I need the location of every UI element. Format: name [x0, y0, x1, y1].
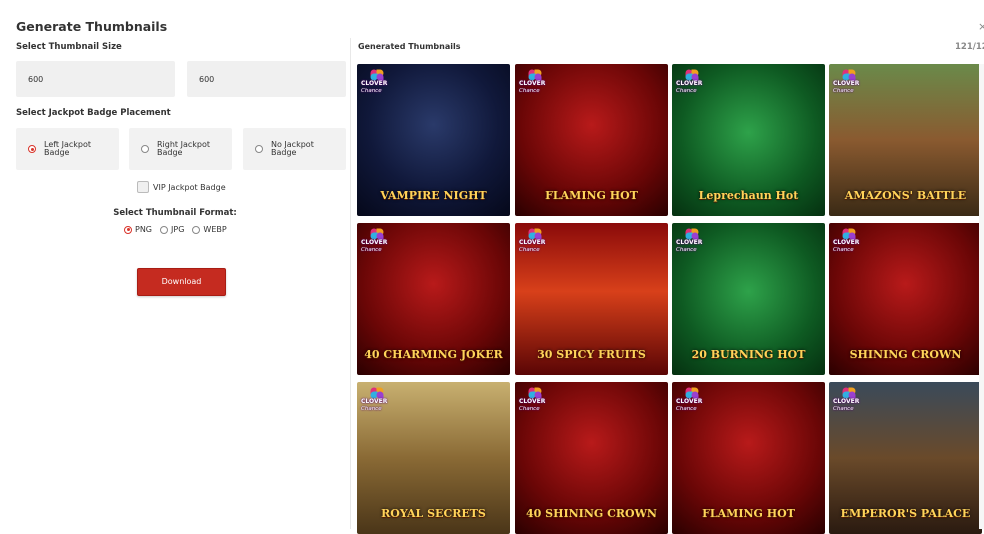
left-jackpot-badge-option[interactable]: Left Jackpot Badge: [16, 128, 119, 170]
clover-chance-badge-icon: CLOVER Chance: [676, 227, 706, 257]
badge-word: CLOVER: [361, 398, 388, 405]
game-title: Leprechaun Hot: [698, 189, 799, 202]
thumbnail-tile[interactable]: CLOVER Chance ROYAL SECRETS: [357, 382, 510, 534]
badge-word: Chance: [361, 247, 382, 253]
format-jpg-option[interactable]: JPG: [160, 225, 184, 234]
thumbnail-tile[interactable]: CLOVER Chance 20 BURNING HOT: [672, 223, 825, 375]
clover-chance-badge-icon: CLOVER Chance: [676, 386, 706, 416]
vip-badge-label: VIP Jackpot Badge: [153, 182, 226, 192]
clover-chance-badge-icon: CLOVER Chance: [833, 386, 863, 416]
badge-word: Chance: [676, 406, 697, 412]
radio-selected-icon[interactable]: [124, 225, 132, 234]
badge-word: Chance: [519, 247, 540, 253]
thumbnail-tile[interactable]: CLOVER Chance Leprechaun Hot: [672, 64, 825, 216]
thumbnail-tile[interactable]: CLOVER Chance EMPEROR'S PALACE: [829, 382, 982, 534]
dialog-title: Generate Thumbnails: [16, 19, 168, 34]
radio-selected-icon[interactable]: [28, 145, 36, 153]
thumbnail-size-label: Select Thumbnail Size: [16, 42, 122, 52]
radio-icon[interactable]: [192, 225, 201, 234]
badge-word: Chance: [361, 88, 382, 94]
format-option-label: JPG: [171, 225, 185, 234]
thumbnail-tile[interactable]: CLOVER Chance 30 SPICY FRUITS: [515, 223, 668, 375]
clover-chance-badge-icon: CLOVER Chance: [833, 227, 863, 257]
badge-option-label: No Jackpot Badge: [271, 140, 314, 157]
badge-option-label: Left Jackpot Badge: [44, 140, 91, 157]
format-webp-option[interactable]: WEBP: [192, 225, 227, 234]
format-label: Select Thumbnail Format:: [113, 208, 237, 218]
clover-chance-badge-icon: CLOVER Chance: [519, 386, 549, 416]
badge-word: CLOVER: [676, 398, 703, 405]
close-icon[interactable]: ×: [978, 20, 984, 33]
thumbnail-tile[interactable]: CLOVER Chance VAMPIRE NIGHT: [357, 64, 510, 216]
badge-word: CLOVER: [361, 239, 388, 246]
clover-chance-badge-icon: CLOVER Chance: [519, 68, 549, 98]
game-title: VAMPIRE NIGHT: [380, 189, 487, 202]
badge-word: Chance: [676, 247, 697, 253]
badge-word: Chance: [519, 406, 540, 412]
badge-word: CLOVER: [519, 80, 546, 87]
game-title: ROYAL SECRETS: [381, 507, 486, 520]
badge-placement-label: Select Jackpot Badge Placement: [16, 108, 171, 118]
badge-word: CLOVER: [676, 239, 703, 246]
vip-badge-checkbox-row[interactable]: VIP Jackpot Badge: [137, 181, 226, 193]
panel-divider: [350, 38, 351, 529]
width-input[interactable]: [16, 61, 175, 97]
game-title: 30 SPICY FRUITS: [537, 348, 646, 361]
badge-word: Chance: [833, 406, 854, 412]
game-title: FLAMING HOT: [545, 189, 638, 202]
vip-badge-checkbox[interactable]: [137, 181, 149, 193]
clover-chance-badge-icon: CLOVER Chance: [361, 386, 391, 416]
badge-word: CLOVER: [676, 80, 703, 87]
right-jackpot-badge-option[interactable]: Right Jackpot Badge: [129, 128, 232, 170]
badge-word: CLOVER: [833, 398, 860, 405]
generated-thumbnails-title: Generated Thumbnails: [358, 42, 461, 51]
clover-chance-badge-icon: CLOVER Chance: [833, 68, 863, 98]
download-button[interactable]: Download: [137, 268, 226, 296]
game-title: FLAMING HOT: [702, 507, 795, 520]
game-title: 40 CHARMING JOKER: [364, 348, 503, 361]
format-option-label: WEBP: [203, 225, 227, 234]
clover-chance-badge-icon: CLOVER Chance: [361, 68, 391, 98]
game-title: EMPEROR'S PALACE: [840, 507, 971, 520]
thumbnail-tile[interactable]: CLOVER Chance AMAZONS' BATTLE: [829, 64, 982, 216]
format-radio-group: PNG JPG WEBP: [124, 225, 235, 234]
badge-word: CLOVER: [833, 80, 860, 87]
thumbnail-tile[interactable]: CLOVER Chance FLAMING HOT: [672, 382, 825, 534]
thumbnail-tile[interactable]: CLOVER Chance FLAMING HOT: [515, 64, 668, 216]
radio-icon[interactable]: [255, 145, 263, 153]
badge-word: CLOVER: [519, 398, 546, 405]
game-title: 40 SHINING CROWN: [526, 507, 657, 520]
radio-icon[interactable]: [160, 225, 169, 234]
scrollbar[interactable]: [979, 64, 984, 529]
badge-word: Chance: [519, 88, 540, 94]
badge-word: CLOVER: [361, 80, 388, 87]
thumbnail-tile[interactable]: CLOVER Chance 40 CHARMING JOKER: [357, 223, 510, 375]
thumbnail-count: 121/12: [955, 42, 984, 52]
clover-chance-badge-icon: CLOVER Chance: [519, 227, 549, 257]
no-jackpot-badge-option[interactable]: No Jackpot Badge: [243, 128, 346, 170]
radio-icon[interactable]: [141, 145, 149, 153]
format-option-label: PNG: [135, 225, 153, 234]
thumbnail-tile[interactable]: CLOVER Chance SHINING CROWN: [829, 223, 982, 375]
thumbnail-grid: CLOVER Chance VAMPIRE NIGHT CLOVER Chance FLA…: [357, 64, 984, 534]
height-input[interactable]: [187, 61, 346, 97]
game-title: SHINING CROWN: [849, 348, 962, 361]
game-title: 20 BURNING HOT: [691, 348, 806, 361]
clover-chance-badge-icon: CLOVER Chance: [361, 227, 391, 257]
clover-chance-badge-icon: CLOVER Chance: [676, 68, 706, 98]
badge-word: CLOVER: [519, 239, 546, 246]
badge-word: Chance: [833, 88, 854, 94]
generate-thumbnails-dialog: Generate Thumbnails × Select Thumbnail S…: [0, 0, 984, 534]
badge-option-label: Right Jackpot Badge: [157, 140, 211, 157]
badge-word: CLOVER: [833, 239, 860, 246]
badge-word: Chance: [833, 247, 854, 253]
game-title: AMAZONS' BATTLE: [844, 189, 967, 202]
format-png-option[interactable]: PNG: [124, 225, 152, 234]
badge-word: Chance: [676, 88, 697, 94]
badge-word: Chance: [361, 406, 382, 412]
thumbnail-tile[interactable]: CLOVER Chance 40 SHINING CROWN: [515, 382, 668, 534]
